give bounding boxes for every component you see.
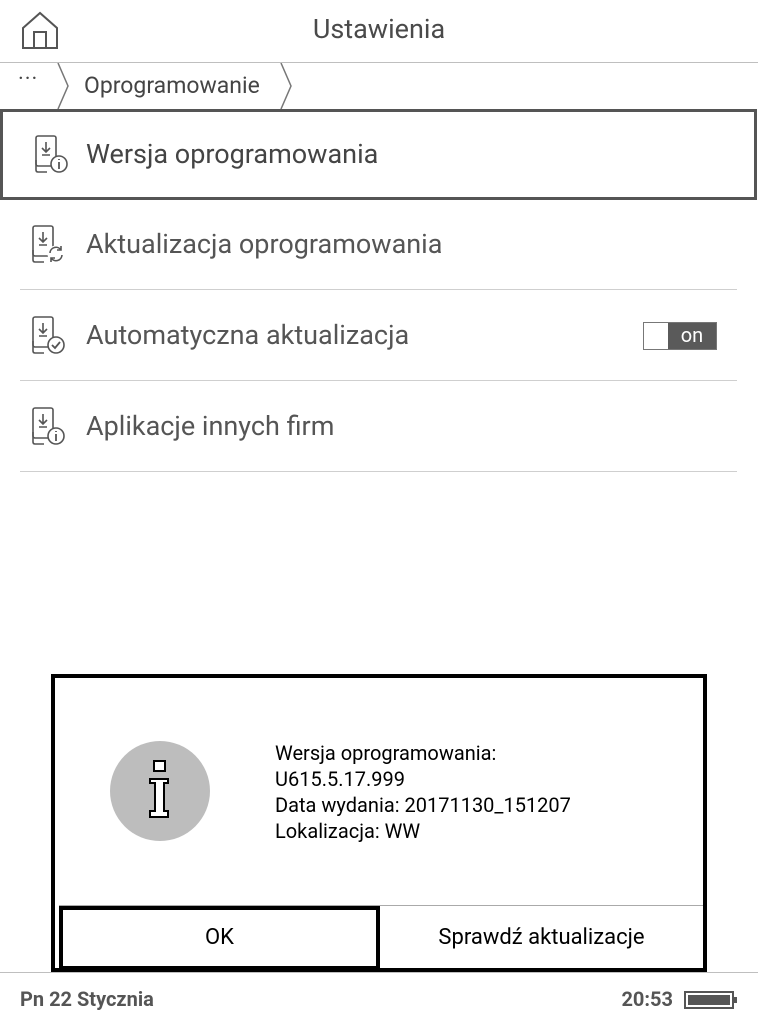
battery-level — [688, 995, 730, 1005]
list-item-third-party-apps[interactable]: Aplikacje innych firm — [20, 382, 737, 472]
info-icon — [110, 741, 210, 841]
breadcrumb-separator-icon — [280, 63, 292, 109]
firmware-auto-update-icon — [32, 316, 65, 354]
third-party-apps-icon — [32, 407, 65, 445]
firmware-info-dialog: Wersja oprogramowania: U615.5.17.999 Dat… — [51, 674, 707, 972]
breadcrumb-separator-icon — [57, 63, 69, 109]
status-time: 20:53 — [621, 987, 673, 1011]
status-date: Pn 22 Stycznia — [20, 987, 154, 1011]
status-bar: Pn 22 Stycznia 20:53 — [0, 972, 758, 1024]
item-label: Aplikacje innych firm — [86, 410, 335, 442]
dialog-line: Wersja oprogramowania: — [275, 741, 497, 765]
dialog-message: Wersja oprogramowania: U615.5.17.999 Dat… — [275, 740, 571, 844]
check-updates-button[interactable]: Sprawdź aktualizacje — [380, 906, 703, 970]
list-item-auto-update[interactable]: Automatyczna aktualizacja on — [20, 291, 737, 381]
dialog-buttons: OK Sprawdź aktualizacje — [59, 905, 703, 970]
item-label: Wersja oprogramowania — [86, 138, 379, 170]
battery-icon — [684, 991, 737, 1009]
dialog-line: Data wydania: 20171130_151207 — [275, 793, 571, 817]
settings-screen: Ustawienia ··· Oprogramowanie Wersja opr… — [0, 0, 758, 1024]
dialog-line: Lokalizacja: WW — [275, 819, 421, 843]
breadcrumb-more-button[interactable]: ··· — [18, 67, 46, 101]
page-title: Ustawienia — [312, 13, 446, 45]
item-label: Aktualizacja oprogramowania — [86, 228, 443, 260]
list-item-firmware-version[interactable]: Wersja oprogramowania — [0, 109, 757, 200]
toggle-knob — [644, 323, 669, 349]
item-label: Automatyczna aktualizacja — [86, 319, 410, 351]
header: Ustawienia — [0, 0, 758, 63]
list-item-firmware-update[interactable]: Aktualizacja oprogramowania — [20, 200, 737, 290]
toggle-state-label: on — [668, 323, 716, 349]
auto-update-toggle[interactable]: on — [643, 322, 717, 350]
dialog-line: U615.5.17.999 — [275, 767, 405, 791]
ok-button[interactable]: OK — [59, 906, 380, 970]
info-glyph — [149, 760, 169, 818]
firmware-update-icon — [32, 225, 65, 263]
breadcrumb-current[interactable]: Oprogramowanie — [84, 72, 260, 99]
firmware-info-icon — [35, 135, 68, 173]
breadcrumb: ··· Oprogramowanie — [0, 63, 758, 109]
